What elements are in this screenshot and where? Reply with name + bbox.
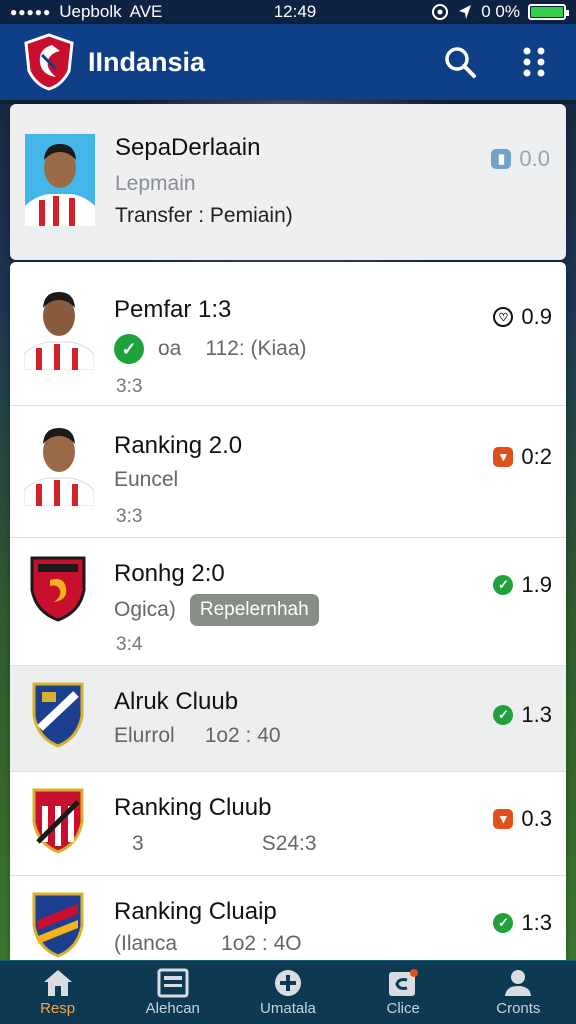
ranking-list: Pemfar 1:3 ✓ oa 112: (Kiaa) 3:3 ♡ 0.9 Ra… bbox=[10, 262, 566, 962]
network-type: AVE bbox=[129, 2, 163, 21]
item-sub-b: S24:3 bbox=[261, 832, 317, 855]
app-title: IIndansia bbox=[88, 46, 206, 77]
list-item[interactable]: Pemfar 1:3 ✓ oa 112: (Kiaa) 3:3 ♡ 0.9 bbox=[10, 262, 566, 406]
plus-circle-icon bbox=[274, 970, 301, 996]
item-score: 0.3 bbox=[521, 806, 552, 831]
featured-score: ▮ 0.0 bbox=[491, 146, 550, 172]
item-meta: 3:4 bbox=[116, 634, 143, 655]
search-button[interactable] bbox=[440, 42, 480, 82]
tag-chip[interactable]: Repelernhah bbox=[189, 594, 319, 626]
item-name: Ronhg 2:0 bbox=[114, 560, 225, 587]
carrier-name: Uepbolk bbox=[59, 2, 122, 21]
list-item[interactable]: Ranking Cluaip (Ilanca 1o2 : 4O ✓ 1:3 bbox=[10, 876, 566, 962]
featured-title: SepaDerlaain bbox=[115, 134, 261, 161]
location-icon bbox=[459, 5, 472, 19]
item-name: Ranking 2.0 bbox=[114, 432, 243, 459]
alarm-icon bbox=[432, 4, 449, 20]
list-item[interactable]: Ranking 2.0 Euncel 3:3 ▾ 0:2 bbox=[10, 406, 566, 538]
check-icon: ✓ bbox=[493, 913, 514, 933]
nav-label: Alehcan bbox=[145, 1000, 200, 1017]
nav-item-profile[interactable]: Cronts bbox=[468, 968, 568, 1017]
player-photo-icon bbox=[24, 428, 94, 506]
app-bar: IIndansia bbox=[0, 24, 576, 100]
status-down-icon: ▾ bbox=[493, 447, 514, 467]
featured-subtitle: Lepmain bbox=[115, 172, 196, 195]
nav-item-news[interactable]: Alehcan bbox=[123, 968, 223, 1017]
signal-icon: ●●●●● bbox=[10, 5, 52, 19]
home-icon bbox=[43, 970, 72, 996]
featured-score-value: 0.0 bbox=[519, 146, 550, 171]
item-name: Ranking Cluub bbox=[114, 794, 272, 821]
item-sub-a: Elurrol bbox=[114, 724, 175, 747]
player-photo-icon bbox=[24, 292, 94, 370]
list-item[interactable]: Ronhg 2:0 Ogica) Repelernhah 3:4 ✓ 1.9 bbox=[10, 538, 566, 666]
app-logo-icon bbox=[24, 33, 74, 91]
more-menu-button[interactable] bbox=[514, 42, 554, 82]
battery-percent: 0 0% bbox=[481, 2, 520, 21]
list-item[interactable]: Ranking Cluub 3 S24:3 ▾ 0.3 bbox=[10, 772, 566, 876]
item-meta: 3:3 bbox=[116, 506, 143, 527]
club-crest-icon bbox=[30, 556, 86, 622]
item-sub-a: (Ilanca bbox=[114, 932, 178, 955]
featured-card[interactable]: SepaDerlaain Lepmain Transfer : Pemiain)… bbox=[10, 104, 566, 260]
bottom-nav: Resp Alehcan Umatala Clice Cronts bbox=[0, 960, 576, 1024]
nav-label: Clice bbox=[386, 1000, 420, 1017]
club-crest-icon bbox=[32, 892, 84, 958]
item-sub-b: 1o2 : 40 bbox=[204, 724, 281, 747]
item-score: 1:3 bbox=[521, 910, 552, 935]
item-score: 0.9 bbox=[521, 304, 552, 329]
nav-item-home[interactable]: Resp bbox=[8, 968, 108, 1017]
info-icon: ▮ bbox=[491, 149, 512, 169]
news-icon bbox=[157, 968, 189, 998]
heart-icon: ♡ bbox=[493, 307, 514, 327]
battery-icon bbox=[528, 4, 569, 20]
club-crest-icon bbox=[32, 682, 84, 748]
chat-icon bbox=[389, 969, 419, 996]
item-score: 0:2 bbox=[521, 444, 552, 469]
featured-detail: Transfer : Pemiain) bbox=[115, 204, 293, 227]
item-sub-a: Euncel bbox=[114, 468, 179, 491]
grid-dots-icon bbox=[523, 47, 545, 77]
item-name: Pemfar 1:3 bbox=[114, 296, 232, 323]
nav-item-chat[interactable]: Clice bbox=[353, 968, 453, 1017]
check-icon: ✓ bbox=[493, 705, 514, 725]
clock: 12:49 bbox=[273, 2, 317, 21]
nav-label: Cronts bbox=[496, 1000, 541, 1017]
nav-item-add[interactable]: Umatala bbox=[238, 968, 338, 1017]
check-icon: ✓ bbox=[493, 575, 514, 595]
item-sub-a: Ogica) bbox=[114, 598, 176, 621]
item-name: Ranking Cluaip bbox=[114, 898, 277, 925]
search-icon bbox=[445, 47, 476, 78]
item-sub-b: 1o2 : 4O bbox=[221, 932, 302, 955]
status-down-icon: ▾ bbox=[493, 809, 514, 829]
profile-icon bbox=[505, 970, 532, 996]
item-score: 1.3 bbox=[521, 702, 552, 727]
check-icon: ✓ bbox=[114, 334, 144, 364]
status-bar: ●●●●● Uepbolk AVE 12:49 0 0% bbox=[0, 0, 576, 24]
item-meta: 3:3 bbox=[116, 376, 143, 397]
nav-label: Umatala bbox=[260, 1000, 316, 1017]
nav-label: Resp bbox=[40, 1000, 76, 1017]
item-sub-a: 3 bbox=[132, 832, 144, 855]
item-sub-b: 112: (Kiaa) bbox=[205, 337, 307, 360]
item-name: Alruk Cluub bbox=[114, 688, 239, 715]
item-score: 1.9 bbox=[521, 572, 552, 597]
club-crest-icon bbox=[32, 788, 84, 854]
player-photo-icon bbox=[25, 134, 95, 226]
list-item[interactable]: Alruk Cluub Elurrol 1o2 : 40 ✓ 1.3 bbox=[10, 666, 566, 772]
item-sub-a: oa bbox=[158, 337, 182, 360]
